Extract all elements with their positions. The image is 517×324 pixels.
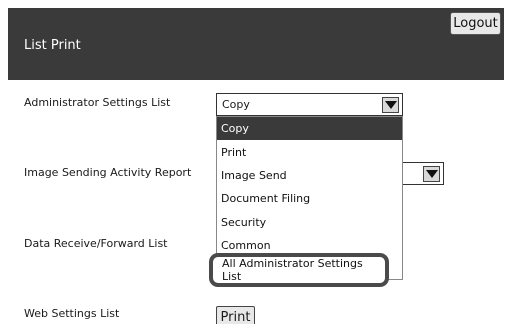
page-title: List Print: [24, 38, 81, 53]
admin-settings-select[interactable]: Copy: [216, 93, 403, 116]
dropdown-option-all-admin-settings[interactable]: All Administrator Settings List: [209, 253, 389, 287]
dropdown-option-print[interactable]: Print: [217, 140, 402, 163]
data-receive-label: Data Receive/Forward List: [24, 237, 168, 250]
chevron-down-icon[interactable]: [423, 166, 440, 182]
admin-settings-label: Administrator Settings List: [24, 96, 171, 109]
dropdown-option-security[interactable]: Security: [217, 211, 402, 234]
dropdown-option-copy[interactable]: Copy: [217, 117, 402, 141]
chevron-down-icon[interactable]: [382, 97, 399, 113]
admin-settings-select-value: Copy: [222, 98, 250, 111]
page-header: List Print Logout: [8, 8, 504, 80]
dropdown-option-document-filing[interactable]: Document Filing: [217, 187, 402, 210]
dropdown-option-image-send[interactable]: Image Send: [217, 164, 402, 187]
image-sending-label: Image Sending Activity Report: [24, 166, 192, 179]
web-settings-label: Web Settings List: [24, 307, 120, 320]
logout-button[interactable]: Logout: [450, 12, 501, 35]
print-button[interactable]: Print: [216, 306, 255, 324]
